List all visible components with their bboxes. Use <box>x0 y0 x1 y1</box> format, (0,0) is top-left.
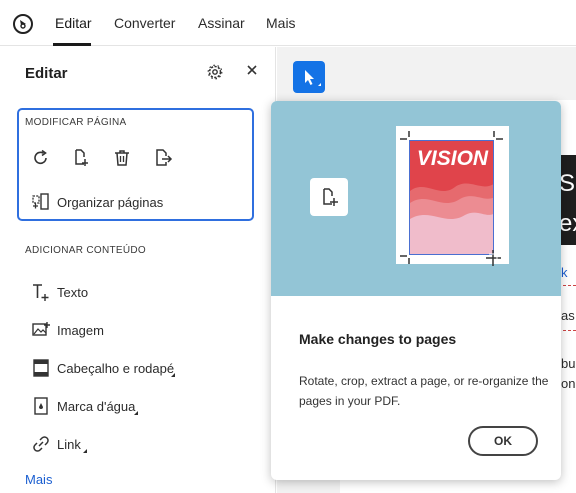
popover-description: Rotate, crop, extract a page, or re-orga… <box>299 374 549 408</box>
add-content-label: ADICIONAR CONTEÚDO <box>25 245 146 256</box>
extract-page-icon[interactable] <box>153 148 173 168</box>
add-text-label: Texto <box>57 285 89 300</box>
watermark-icon <box>34 397 48 415</box>
tab-editar[interactable]: Editar <box>55 15 92 31</box>
popover-heading: Make changes to pages <box>299 331 457 347</box>
page-divider <box>563 285 576 286</box>
add-image-icon <box>32 322 50 336</box>
add-text-icon <box>33 284 49 301</box>
submenu-indicator-icon <box>134 411 138 415</box>
submenu-indicator-icon <box>83 449 87 453</box>
ok-button[interactable]: OK <box>468 426 538 456</box>
pointer-icon <box>305 70 321 86</box>
crop-marks <box>400 131 503 266</box>
link-label: Link <box>57 437 81 452</box>
submenu-indicator-icon <box>171 373 175 377</box>
organize-pages-label: Organizar páginas <box>57 195 164 210</box>
tab-assinar[interactable]: Assinar <box>198 15 245 31</box>
close-icon[interactable] <box>245 63 259 77</box>
home-icon[interactable] <box>12 13 34 35</box>
page-text-fragment: k <box>561 265 568 280</box>
page-divider <box>563 330 576 331</box>
popover-illustration: VISION <box>271 101 561 296</box>
organize-pages-icon <box>32 193 49 210</box>
page-text-fragment: as <box>561 308 575 323</box>
page-text-fragment: on <box>561 376 576 391</box>
link-icon <box>33 436 49 452</box>
watermark-label: Marca d'água <box>57 399 136 414</box>
coachmark-popover: VISION Make changes to pages Rotate, cro… <box>271 101 561 480</box>
add-image-label: Imagem <box>57 323 104 338</box>
modify-page-label: MODIFICAR PÁGINA <box>25 117 127 128</box>
page-text-fragment: ex <box>559 210 576 237</box>
tab-mais[interactable]: Mais <box>266 15 296 31</box>
delete-page-icon[interactable] <box>112 148 132 168</box>
page-text-fragment: S <box>559 170 576 197</box>
select-tool-button[interactable] <box>293 61 325 93</box>
header-footer-label: Cabeçalho e rodapé <box>57 361 175 376</box>
page-text-fragment: bu <box>561 356 576 371</box>
rotate-icon[interactable] <box>31 148 51 168</box>
panel-title: Editar <box>25 65 68 82</box>
active-tab-indicator <box>53 43 91 46</box>
more-link[interactable]: Mais <box>25 472 52 487</box>
edit-panel: Editar MODIFICAR PÁGINA Organizar página… <box>0 47 276 493</box>
crop-page-icon[interactable] <box>71 148 91 168</box>
header-footer-icon <box>33 359 49 377</box>
tab-converter[interactable]: Converter <box>114 15 175 31</box>
gear-icon[interactable] <box>206 63 224 81</box>
top-toolbar: Editar Converter Assinar Mais <box>0 0 576 46</box>
